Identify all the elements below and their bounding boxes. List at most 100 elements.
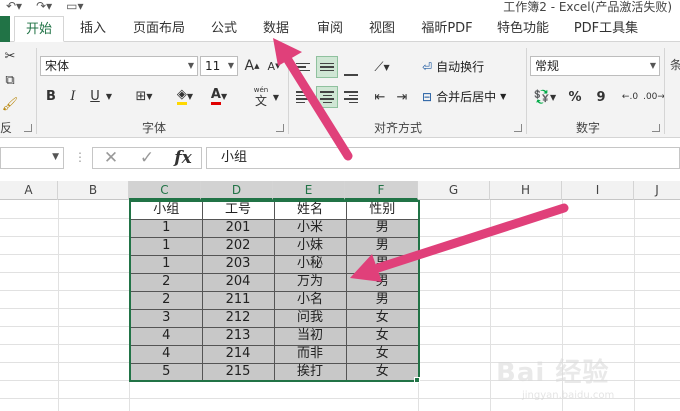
font-launcher-icon[interactable] xyxy=(276,124,284,132)
table-cell[interactable]: 女 xyxy=(345,326,420,346)
tab-home[interactable]: 开始 xyxy=(14,16,64,42)
comma-style-button[interactable]: 9 xyxy=(592,86,610,108)
cut-icon[interactable]: ✂ xyxy=(0,46,20,66)
number-format-select[interactable]: 常规 ▼ xyxy=(530,56,660,76)
name-box[interactable]: ▼ xyxy=(0,147,64,169)
column-header-a[interactable]: A xyxy=(0,181,58,200)
font-name-select[interactable]: 宋体 ▼ xyxy=(40,56,198,76)
tab-data[interactable]: 数据 xyxy=(254,16,298,42)
clipboard-launcher-icon[interactable] xyxy=(24,124,32,132)
table-cell[interactable]: 男 xyxy=(345,254,420,274)
table-cell[interactable]: 万为 xyxy=(273,272,347,292)
table-cell[interactable]: 女 xyxy=(345,362,420,382)
header-employee-id[interactable]: 工号 xyxy=(201,200,275,220)
table-cell[interactable]: 5 xyxy=(129,362,203,382)
header-group[interactable]: 小组 xyxy=(129,200,203,220)
enter-icon[interactable]: ✓ xyxy=(129,148,165,168)
border-icon[interactable]: ⊞ ▼ xyxy=(132,86,156,106)
column-header-b[interactable]: B xyxy=(58,181,129,200)
table-cell[interactable]: 而非 xyxy=(273,344,347,364)
header-name[interactable]: 姓名 xyxy=(273,200,347,220)
table-cell[interactable]: 211 xyxy=(201,290,275,310)
increase-decimal-icon[interactable]: ←.0 xyxy=(620,86,640,108)
copy-icon[interactable]: ⧉ xyxy=(0,70,20,90)
redo-icon[interactable]: ↷▾ xyxy=(36,0,52,14)
table-cell[interactable]: 202 xyxy=(201,236,275,256)
cancel-icon[interactable]: ✕ xyxy=(93,148,129,168)
conditional-format-label[interactable]: 条 xyxy=(670,56,680,73)
fill-handle[interactable] xyxy=(414,377,420,383)
decrease-font-icon[interactable]: A ▼ xyxy=(264,56,284,76)
table-cell[interactable]: 小名 xyxy=(273,290,347,310)
data-table[interactable]: 小组 工号 姓名 性别 1 201 小米男 1 202 小妹男 1 203 小秘男 2 204… xyxy=(129,200,420,382)
align-left-icon[interactable] xyxy=(292,86,314,108)
table-cell[interactable]: 小秘 xyxy=(273,254,347,274)
chevron-down-icon[interactable]: ▼ xyxy=(272,90,280,104)
increase-indent-icon[interactable]: ⇥ xyxy=(392,86,412,108)
column-header-h[interactable]: H xyxy=(490,181,562,200)
table-cell[interactable]: 215 xyxy=(201,362,275,382)
table-cell[interactable]: 201 xyxy=(201,218,275,238)
column-header-d[interactable]: D xyxy=(201,181,273,200)
format-painter-icon[interactable]: 🖌 xyxy=(0,94,20,114)
decrease-indent-icon[interactable]: ⇤ xyxy=(370,86,390,108)
align-middle-icon[interactable] xyxy=(316,56,338,78)
font-size-select[interactable]: 11 ▼ xyxy=(200,56,238,76)
tab-special-features[interactable]: 特色功能 xyxy=(490,16,556,42)
number-launcher-icon[interactable] xyxy=(652,124,660,132)
table-cell[interactable]: 212 xyxy=(201,308,275,328)
alignment-launcher-icon[interactable] xyxy=(514,124,522,132)
column-header-g[interactable]: G xyxy=(418,181,490,200)
align-right-icon[interactable] xyxy=(340,86,362,108)
italic-icon[interactable]: I xyxy=(64,86,82,106)
percent-style-button[interactable]: % xyxy=(566,86,584,108)
orientation-icon[interactable]: ⟋ ▼ xyxy=(368,56,396,78)
bold-icon[interactable]: B xyxy=(42,86,60,106)
accounting-format-icon[interactable]: 💱 ▼ xyxy=(532,86,558,108)
column-header-e[interactable]: E xyxy=(273,181,345,200)
table-cell[interactable]: 当初 xyxy=(273,326,347,346)
column-header-j[interactable]: J xyxy=(634,181,680,200)
table-cell[interactable]: 2 xyxy=(129,290,203,310)
align-top-icon[interactable] xyxy=(292,56,314,78)
undo-icon[interactable]: ↶▾ xyxy=(6,0,22,14)
table-cell[interactable]: 小妹 xyxy=(273,236,347,256)
table-cell[interactable]: 2 xyxy=(129,272,203,292)
file-tab[interactable] xyxy=(0,16,10,42)
tab-insert[interactable]: 插入 xyxy=(72,16,114,42)
tab-page-layout[interactable]: 页面布局 xyxy=(126,16,192,42)
table-cell[interactable]: 213 xyxy=(201,326,275,346)
table-cell[interactable]: 挨打 xyxy=(273,362,347,382)
tab-foxit-pdf[interactable]: 福昕PDF xyxy=(414,16,480,42)
table-cell[interactable]: 小米 xyxy=(273,218,347,238)
table-cell[interactable]: 214 xyxy=(201,344,275,364)
formula-input[interactable]: 小组 xyxy=(206,147,680,169)
tab-view[interactable]: 视图 xyxy=(360,16,404,42)
align-bottom-icon[interactable] xyxy=(340,60,362,82)
column-header-c[interactable]: C xyxy=(129,181,201,200)
table-cell[interactable]: 1 xyxy=(129,236,203,256)
table-cell[interactable]: 女 xyxy=(345,308,420,328)
column-header-f[interactable]: F xyxy=(345,181,418,200)
table-cell[interactable]: 4 xyxy=(129,344,203,364)
table-cell[interactable]: 203 xyxy=(201,254,275,274)
align-center-icon[interactable] xyxy=(316,86,338,108)
phonetic-icon[interactable]: wén 文 xyxy=(250,84,272,110)
table-cell[interactable]: 4 xyxy=(129,326,203,346)
table-cell[interactable]: 女 xyxy=(345,344,420,364)
column-header-i[interactable]: I xyxy=(562,181,634,200)
table-cell[interactable]: 204 xyxy=(201,272,275,292)
table-cell[interactable]: 男 xyxy=(345,218,420,238)
increase-font-icon[interactable]: A ▲ xyxy=(242,56,262,76)
table-cell[interactable]: 1 xyxy=(129,254,203,274)
table-cell[interactable]: 问我 xyxy=(273,308,347,328)
tab-pdf-tools[interactable]: PDF工具集 xyxy=(568,16,644,42)
tab-formulas[interactable]: 公式 xyxy=(202,16,246,42)
tab-review[interactable]: 审阅 xyxy=(308,16,352,42)
table-cell[interactable]: 1 xyxy=(129,218,203,238)
table-cell[interactable]: 男 xyxy=(345,236,420,256)
fill-color-icon[interactable]: ◈ ▼ xyxy=(172,86,198,106)
wrap-text-button[interactable]: ⏎ 自动换行 xyxy=(422,58,484,75)
font-color-icon[interactable]: A ▼ xyxy=(206,86,232,106)
table-cell[interactable]: 男 xyxy=(345,290,420,310)
